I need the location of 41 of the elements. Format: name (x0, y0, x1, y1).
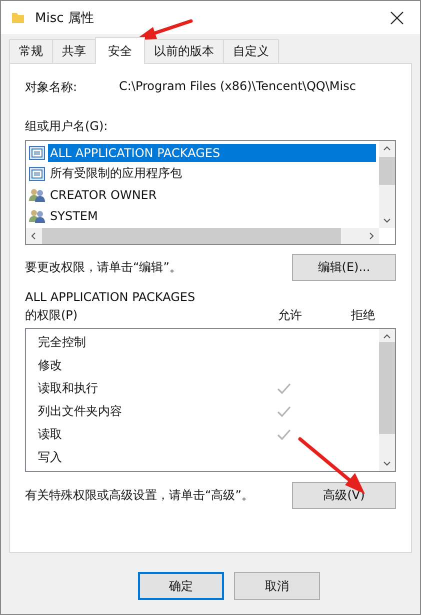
scrollbar-thumb[interactable] (379, 157, 395, 185)
window-title: Misc 属性 (35, 10, 95, 26)
folder-icon (11, 10, 25, 24)
edit-hint: 要更改权限，请单击“编辑”。 (25, 259, 182, 276)
scroll-up-icon[interactable] (383, 333, 391, 339)
cancel-button[interactable]: 取消 (234, 572, 320, 600)
scroll-left-icon[interactable] (30, 232, 36, 240)
tab[interactable]: 自定义 (223, 39, 279, 63)
permission-name: 写入 (38, 449, 63, 466)
permission-name: 修改 (38, 357, 63, 374)
object-path: C:\Program Files (x86)\Tencent\QQ\Misc (119, 79, 356, 95)
close-icon[interactable] (390, 10, 404, 24)
scroll-up-icon[interactable] (383, 145, 391, 151)
principal-item[interactable]: SYSTEM (48, 206, 100, 224)
permission-name: 读取和执行 (38, 380, 99, 397)
users-icon (29, 188, 45, 202)
scroll-down-icon[interactable] (383, 461, 391, 467)
ok-button[interactable]: 确定 (138, 572, 224, 600)
permission-name: 完全控制 (38, 334, 87, 351)
principal-item[interactable]: CREATOR OWNER (48, 186, 159, 204)
permission-name: 读取 (38, 426, 63, 443)
scrollbar-thumb[interactable] (379, 342, 395, 434)
permissions-label: 的权限(P) (25, 307, 79, 324)
users-icon (29, 208, 45, 222)
object-name-label: 对象名称: (25, 79, 78, 96)
advanced-hint: 有关特殊权限或高级设置，请单击“高级”。 (25, 487, 254, 504)
scroll-down-icon[interactable] (383, 218, 391, 224)
principal-item[interactable]: ALL APPLICATION PACKAGES (48, 144, 376, 162)
tab[interactable]: 安全 (95, 37, 145, 64)
scroll-right-icon[interactable] (369, 232, 375, 240)
permission-subject: ALL APPLICATION PACKAGES (25, 290, 196, 304)
scrollbar-thumb[interactable] (42, 228, 341, 244)
package-icon (29, 166, 45, 180)
group-list-label: 组或用户名(G): (25, 118, 109, 135)
edit-button[interactable]: 编辑(E)... (292, 254, 396, 281)
deny-heading: 拒绝 (351, 307, 376, 324)
package-icon (29, 146, 45, 160)
allow-heading: 允许 (278, 307, 303, 324)
permission-name: 列出文件夹内容 (38, 403, 123, 420)
principal-item[interactable]: 所有受限制的应用程序包 (48, 163, 184, 184)
tab[interactable]: 常规 (9, 39, 53, 63)
